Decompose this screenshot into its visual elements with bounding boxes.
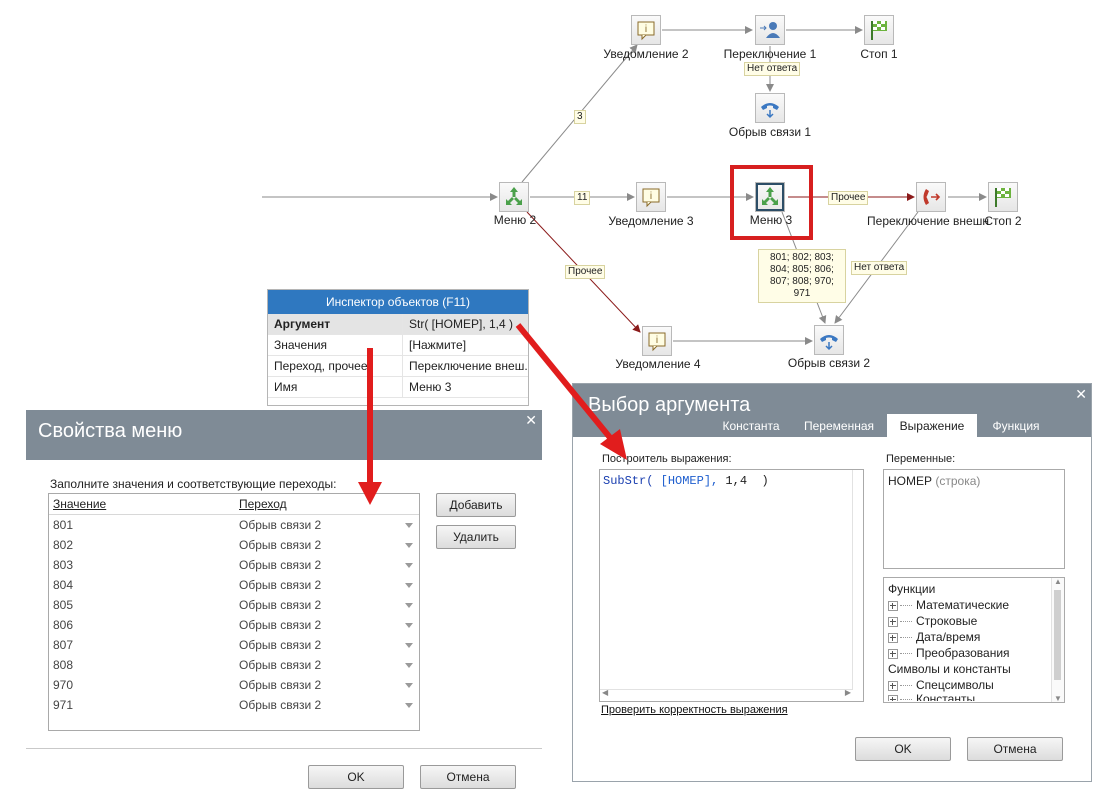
arrow-to-expression-editor <box>515 323 627 460</box>
arrow-to-values-grid <box>358 348 382 505</box>
annotation-arrows <box>358 323 627 505</box>
